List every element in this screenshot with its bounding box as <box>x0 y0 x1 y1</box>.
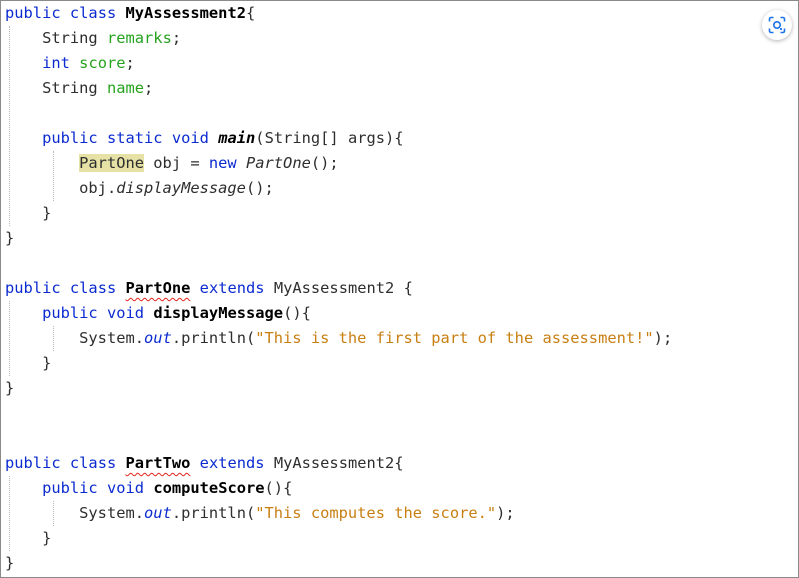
code-line: String name; <box>42 79 154 97</box>
code-line: public class MyAssessment2{ <box>5 4 256 22</box>
code-line: public void computeScore(){ <box>42 479 293 497</box>
static-field: out <box>144 504 172 522</box>
lens-search-button[interactable] <box>762 10 792 40</box>
keyword: public <box>42 304 98 322</box>
code-line: } <box>5 229 15 247</box>
code-line: public static void main(String[] args){ <box>42 129 404 147</box>
static-field: out <box>144 329 172 347</box>
keyword: new <box>208 154 237 172</box>
string-literal: "This computes the score." <box>255 504 497 522</box>
code-line: obj.displayMessage(); <box>79 179 274 197</box>
class-name-error: PartOne <box>125 279 191 297</box>
superclass-name: MyAssessment2 <box>273 279 395 297</box>
keyword: public <box>42 129 98 147</box>
keyword: extends <box>199 454 265 472</box>
keyword: class <box>69 454 117 472</box>
code-line: } <box>5 554 15 572</box>
constructor-call: PartOne <box>245 154 311 172</box>
keyword: void <box>171 129 209 147</box>
method-call: displayMessage <box>116 179 246 197</box>
keyword: public <box>42 479 98 497</box>
code-line: PartOne obj = new PartOne(); <box>79 154 339 172</box>
method-name: main <box>218 129 256 147</box>
field: score <box>79 54 126 72</box>
method-name: displayMessage <box>153 304 284 322</box>
keyword: static <box>106 129 163 147</box>
code-line: int score; <box>42 54 135 72</box>
code-line: } <box>42 529 52 547</box>
class-name-error: PartTwo <box>125 454 191 472</box>
keyword: class <box>69 279 117 297</box>
type: String <box>42 29 98 47</box>
highlighted-type: PartOne <box>79 154 145 172</box>
keyword: public <box>5 454 61 472</box>
code-line: } <box>5 379 15 397</box>
code-line: } <box>42 354 52 372</box>
keyword: void <box>106 304 145 322</box>
lens-icon <box>768 16 786 34</box>
code-line: } <box>42 204 52 222</box>
superclass-name: MyAssessment2 <box>273 454 395 472</box>
code-line: System.out.println("This computes the sc… <box>79 504 515 522</box>
code-line: public class PartTwo extends MyAssessmen… <box>5 454 404 472</box>
code-line: String remarks; <box>42 29 182 47</box>
field: remarks <box>106 29 172 47</box>
code-line: System.out.println("This is the first pa… <box>79 329 673 347</box>
method-name: computeScore <box>153 479 265 497</box>
keyword: public <box>5 4 61 22</box>
type: String <box>42 79 98 97</box>
string-literal: "This is the first part of the assessmen… <box>255 329 654 347</box>
keyword: public <box>5 279 61 297</box>
code-screenshot: public class MyAssessment2{ String remar… <box>0 0 799 578</box>
field: name <box>106 79 145 97</box>
keyword: void <box>106 479 145 497</box>
code-line: public void displayMessage(){ <box>42 304 311 322</box>
keyword: int <box>42 54 70 72</box>
code-line: public class PartOne extends MyAssessmen… <box>5 279 413 297</box>
class-name: MyAssessment2 <box>125 4 246 22</box>
keyword: class <box>69 4 117 22</box>
keyword: extends <box>199 279 265 297</box>
